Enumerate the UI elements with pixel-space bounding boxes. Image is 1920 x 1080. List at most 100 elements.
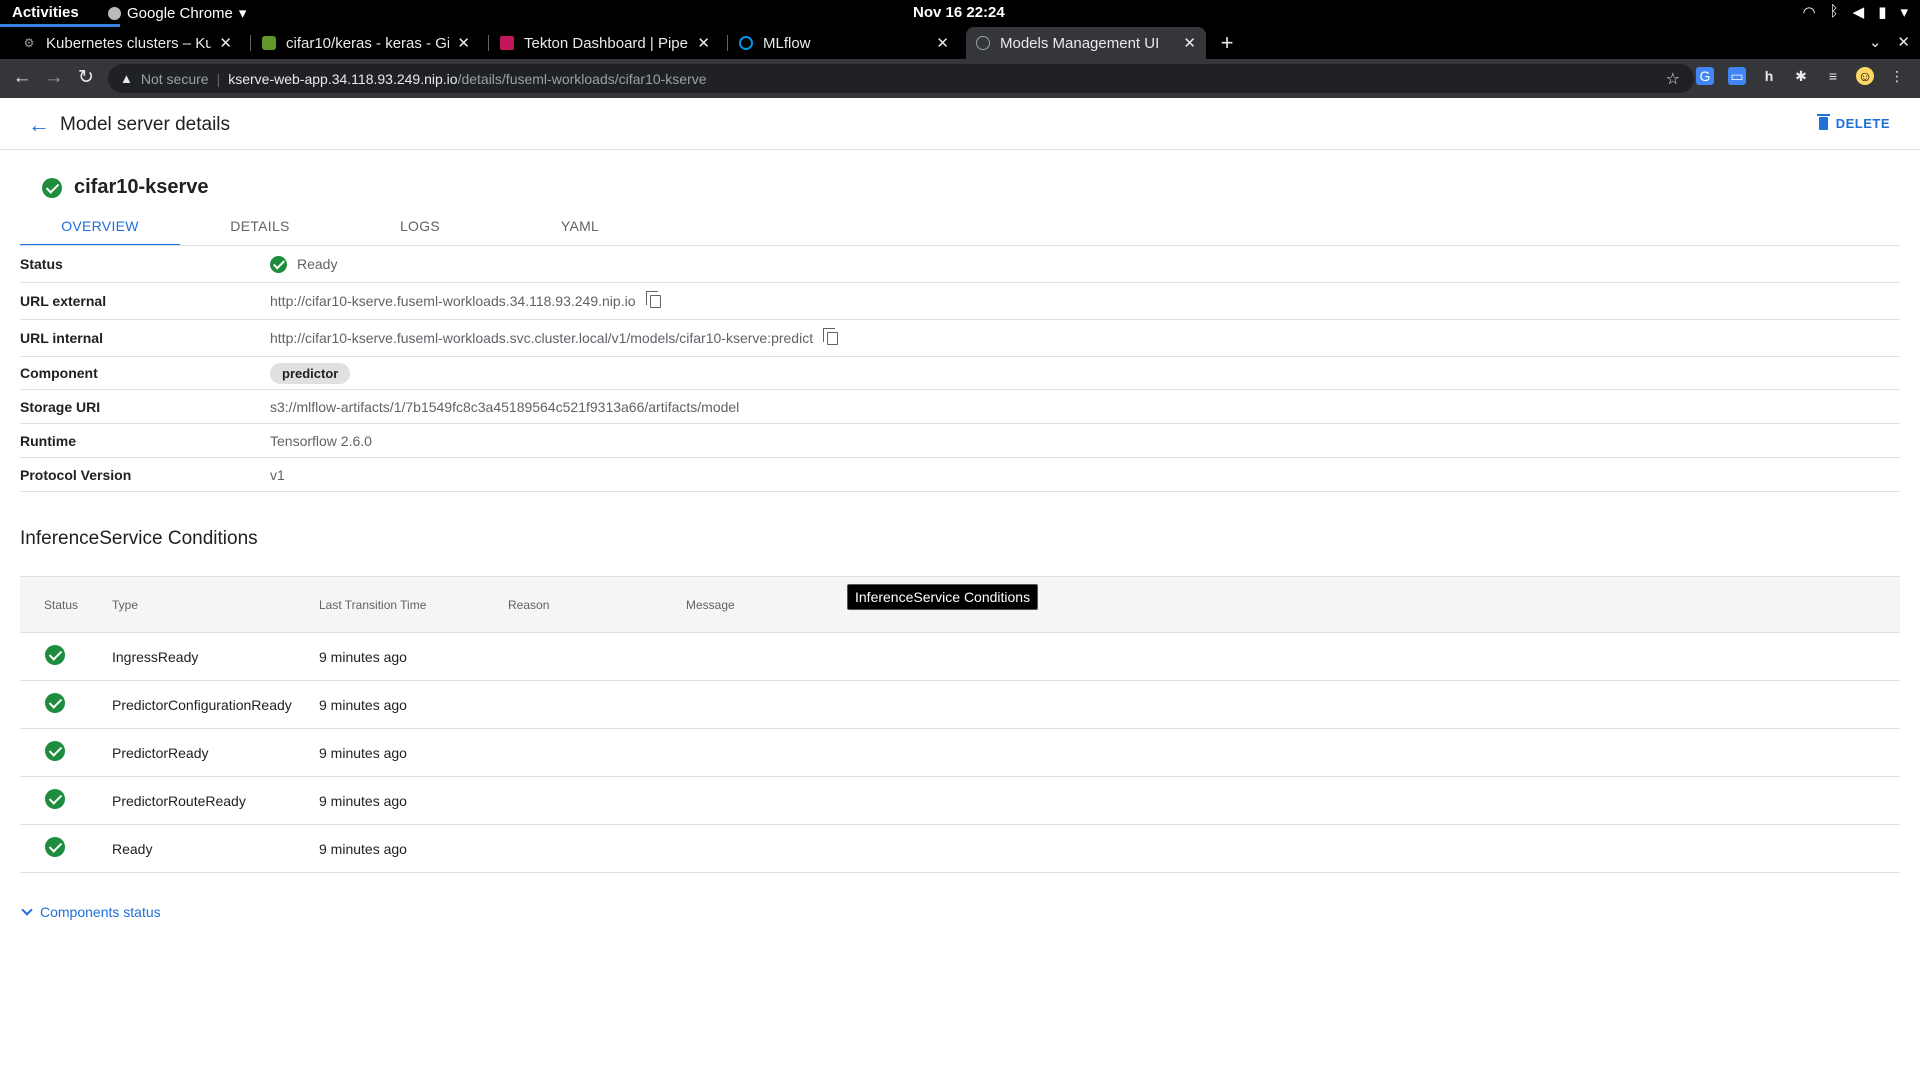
detail-label: Status — [20, 256, 63, 272]
close-icon[interactable]: ✕ — [219, 34, 232, 52]
volume-icon: ◀ — [1852, 4, 1865, 21]
address-bar[interactable]: ▲ Not secure | kserve-web-app.34.118.93.… — [108, 64, 1694, 93]
column-header-last-transition-time[interactable]: Last Transition Time — [319, 598, 508, 612]
url-path[interactable]: /details/fuseml-workloads/cifar10-kserve — [458, 71, 707, 87]
security-label[interactable]: Not secure — [141, 71, 209, 87]
status-value: Ready — [297, 256, 338, 272]
chevron-down-icon — [21, 904, 33, 916]
tab-overview[interactable]: OVERVIEW — [20, 208, 180, 246]
column-header-reason[interactable]: Reason — [508, 598, 686, 612]
gear-icon: ⚙ — [23, 36, 35, 50]
close-window-icon[interactable]: ✕ — [1897, 33, 1910, 51]
components-status-label: Components status — [40, 904, 161, 920]
warning-icon[interactable]: ▲ — [120, 71, 133, 86]
back-arrow-icon[interactable]: ← — [28, 112, 50, 138]
app-menu-label: Google Chrome — [127, 4, 233, 22]
new-tab-button[interactable]: + — [1216, 27, 1238, 59]
detail-value: http://cifar10-kserve.fuseml-workloads.3… — [270, 290, 661, 309]
close-icon[interactable]: ✕ — [697, 34, 710, 52]
page-header: ← Model server details DELETE — [0, 98, 1920, 150]
tooltip: InferenceService Conditions — [847, 584, 1039, 610]
translate-extension-icon[interactable]: G — [1696, 67, 1714, 85]
tab-yaml[interactable]: YAML — [500, 208, 660, 246]
check-circle-icon — [42, 177, 62, 198]
delete-button-label: DELETE — [1835, 116, 1890, 131]
forward-arrow-icon[interactable]: → — [42, 66, 66, 90]
status-cell — [20, 693, 112, 716]
tab-separator — [488, 35, 489, 51]
time-cell: 9 minutes ago — [319, 792, 407, 809]
column-header-status[interactable]: Status — [20, 598, 112, 612]
server-name-heading: cifar10-kserve — [42, 176, 209, 199]
type-cell: Ready — [112, 840, 153, 857]
protocol-value: v1 — [270, 466, 285, 483]
back-arrow-icon[interactable]: ← — [10, 66, 34, 90]
close-icon[interactable]: ✕ — [936, 34, 949, 52]
browser-tab-mlflow[interactable]: MLflow ✕ — [729, 27, 959, 59]
tab-separator — [250, 35, 251, 51]
time-cell: 9 minutes ago — [319, 744, 407, 761]
time-cell: 9 minutes ago — [319, 648, 407, 665]
browser-tab-models-management[interactable]: Models Management UI ✕ — [966, 27, 1206, 59]
copy-icon[interactable] — [645, 290, 661, 308]
system-clock[interactable]: Nov 16 22:24 — [913, 4, 1005, 21]
table-row: PredictorRouteReady 9 minutes ago — [20, 777, 1900, 825]
tab-logs[interactable]: LOGS — [340, 208, 500, 246]
activities-button[interactable]: Activities — [12, 4, 79, 21]
browser-tab-title: Tekton Dashboard | Pipeli — [524, 34, 690, 52]
delete-button[interactable]: DELETE — [1816, 114, 1890, 131]
browser-tab-title: cifar10/keras - keras - Git — [286, 34, 450, 52]
detail-row-component: Component predictor — [20, 357, 1900, 390]
detail-row-url-external: URL external http://cifar10-kserve.fusem… — [20, 283, 1900, 320]
browser-toolbar: ← → ↻ ▲ Not secure | kserve-web-app.34.1… — [0, 59, 1920, 98]
bookmark-star-icon[interactable]: ☆ — [1666, 69, 1680, 89]
system-tray[interactable]: ◠ ᛒ ◀ ▮ ▾ — [1803, 3, 1908, 21]
browser-tab-title: MLflow — [763, 34, 811, 52]
gitea-icon — [262, 36, 276, 50]
globe-icon — [976, 36, 990, 50]
browser-tab-strip: ⚙ Kubernetes clusters – Kub ✕ cifar10/ke… — [0, 27, 1920, 59]
table-row: IngressReady 9 minutes ago — [20, 633, 1900, 681]
check-circle-icon — [45, 645, 65, 665]
status-cell — [20, 741, 112, 764]
table-row: PredictorReady 9 minutes ago — [20, 729, 1900, 777]
detail-label: Runtime — [20, 432, 76, 449]
close-icon[interactable]: ✕ — [457, 34, 470, 52]
battery-icon: ▮ — [1878, 4, 1887, 21]
components-status-toggle[interactable]: Components status — [20, 904, 161, 920]
profile-avatar[interactable]: ☺ — [1856, 67, 1874, 85]
browser-tab-title: Models Management UI — [1000, 34, 1160, 52]
type-cell: IngressReady — [112, 648, 199, 665]
detail-row-url-internal: URL internal http://cifar10-kserve.fusem… — [20, 320, 1900, 357]
detail-label: URL internal — [20, 330, 103, 346]
h-extension-icon[interactable]: h — [1760, 67, 1778, 85]
check-circle-icon — [45, 789, 65, 809]
close-icon[interactable]: ✕ — [1183, 34, 1196, 52]
puzzle-icon[interactable]: ✱ — [1792, 67, 1810, 85]
detail-row-protocol-version: Protocol Version v1 — [20, 458, 1900, 492]
browser-tab-gitea[interactable]: cifar10/keras - keras - Git ✕ — [252, 27, 480, 59]
browser-tab-tekton[interactable]: Tekton Dashboard | Pipeli ✕ — [490, 27, 720, 59]
reading-list-icon[interactable]: ≡ — [1824, 67, 1842, 85]
tab-strip-controls: ⌄ ✕ — [1869, 33, 1910, 51]
url-external-value[interactable]: http://cifar10-kserve.fuseml-workloads.3… — [270, 293, 636, 309]
kebab-menu-icon[interactable]: ⋮ — [1888, 67, 1906, 85]
tab-details[interactable]: DETAILS — [180, 208, 340, 246]
detail-row-status: Status Ready — [20, 246, 1900, 283]
url-internal-value[interactable]: http://cifar10-kserve.fuseml-workloads.s… — [270, 330, 813, 346]
reload-icon[interactable]: ↻ — [74, 66, 98, 90]
column-header-type[interactable]: Type — [112, 598, 319, 612]
detail-label: URL external — [20, 293, 107, 309]
screenshot-extension-icon[interactable]: ▭ — [1728, 67, 1746, 85]
tab-search-icon[interactable]: ⌄ — [1869, 33, 1882, 51]
app-menu[interactable]: Google Chrome ▾ — [108, 4, 246, 22]
url-host[interactable]: kserve-web-app.34.118.93.249.nip.io — [228, 71, 457, 87]
omnibox-divider: | — [216, 70, 221, 87]
conditions-section-title: InferenceService Conditions — [20, 528, 258, 549]
type-cell: PredictorRouteReady — [112, 792, 246, 809]
overview-details-list: Status Ready URL external http://cifar10… — [20, 246, 1900, 492]
copy-icon[interactable] — [823, 327, 839, 345]
extension-toolbar: G ▭ h ✱ ≡ ☺ ⋮ — [1696, 67, 1906, 85]
check-circle-icon — [45, 837, 65, 857]
browser-tab-kubernetes[interactable]: ⚙ Kubernetes clusters – Kub ✕ — [12, 27, 242, 59]
